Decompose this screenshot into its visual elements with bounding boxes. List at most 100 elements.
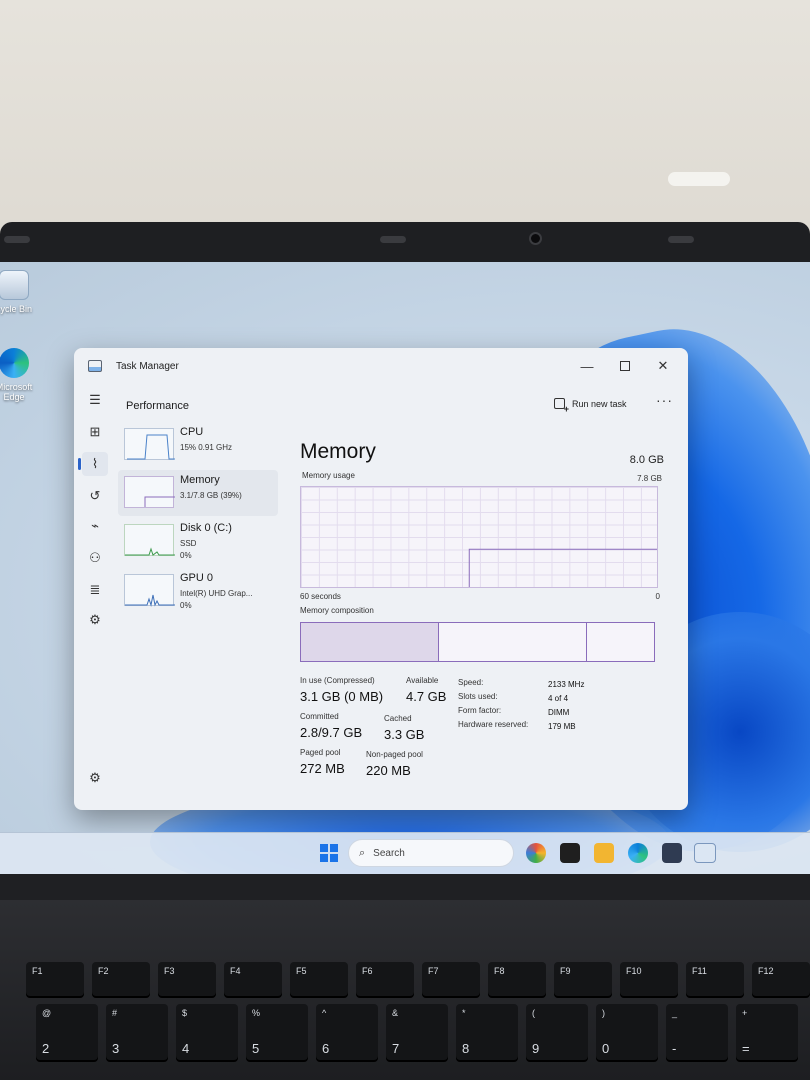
key-shift-label: + [742, 1008, 748, 1018]
start-button[interactable] [320, 844, 338, 862]
disk-type: SSD [180, 539, 197, 548]
key-main-label: 6 [322, 1041, 330, 1056]
memory-name: Memory [180, 474, 220, 486]
committed-label: Committed [300, 712, 339, 721]
terminal-taskbar-icon[interactable] [560, 843, 580, 863]
composition-free[interactable] [587, 623, 654, 661]
edge-shortcut[interactable]: Microsoft Edge [0, 348, 44, 402]
key-4: $4 [176, 1004, 238, 1062]
memory-usage-series [468, 548, 657, 587]
keyboard-deck: F1 F2 F3 F4 F5 F6 F7 F8 F9 F10 F11 F12 @2 #3 $4% 5 ^ 6 & 7 *… [0, 900, 810, 1080]
speed-value: 2133 MHz [548, 680, 585, 689]
key-3: #3 [106, 1004, 168, 1062]
hardware-reserved-value: 179 MB [548, 722, 576, 731]
resource-item-disk[interactable]: Disk 0 (C:) SSD 0% [118, 518, 278, 564]
key-f6: F6 [356, 962, 414, 998]
nav-details[interactable]: ≣ [82, 578, 108, 602]
key-f5: F5 [290, 962, 348, 998]
window-title: Task Manager [116, 360, 179, 372]
key-main-label: 0 [602, 1041, 610, 1056]
slots-value: 4 of 4 [548, 694, 569, 703]
in-use-label: In use (Compressed) [300, 676, 375, 685]
window-controls: — ✕ [568, 348, 682, 384]
nav-performance[interactable]: ⌇ [78, 452, 108, 476]
task-manager-icon [88, 360, 102, 372]
key-label: F4 [230, 966, 241, 976]
memory-usage-max: 7.8 GB [637, 474, 662, 483]
composition-in-use[interactable] [301, 623, 439, 661]
startup-icon: ⌁ [91, 518, 99, 533]
close-button[interactable]: ✕ [644, 348, 682, 384]
key-label: F2 [98, 966, 109, 976]
nav-users[interactable]: ⚇ [82, 546, 108, 570]
more-options-button[interactable]: ··· [656, 392, 673, 408]
composition-standby[interactable] [439, 623, 587, 661]
key--: _ - [666, 1004, 728, 1062]
in-use-value: 3.1 GB (0 MB) [300, 689, 384, 704]
maximize-button[interactable] [606, 348, 644, 384]
disk-name: Disk 0 (C:) [180, 522, 232, 534]
key-main-label: 8 [462, 1041, 470, 1056]
edge-taskbar-icon[interactable] [628, 843, 648, 863]
key-f4: F4 [224, 962, 282, 998]
copilot-taskbar-icon[interactable] [526, 843, 546, 863]
speed-label: Speed: [458, 678, 484, 687]
key-shift-label: & [392, 1008, 399, 1018]
store-taskbar-icon[interactable] [662, 843, 682, 863]
taskbar-search-box[interactable]: ⌕ Search [348, 839, 514, 867]
desktop-screen: cycle Bin Microsoft Edge Task Manager — … [0, 262, 810, 874]
title-bar[interactable]: Task Manager — ✕ [74, 348, 688, 384]
hardware-reserved-label: Hardware reserved: [458, 720, 529, 729]
graph-zero-label: 0 [655, 592, 660, 601]
nav-startup-apps[interactable]: ⌁ [82, 514, 108, 538]
windows-logo-q4 [330, 854, 338, 862]
memory-composition-bar [300, 622, 655, 662]
gpu-model: Intel(R) UHD Grap... [180, 589, 253, 598]
nav-services[interactable]: ⚙ [82, 608, 108, 632]
bezel-bumper-left [4, 236, 30, 243]
search-icon: ⌕ [359, 846, 366, 859]
key-f2: F2 [92, 962, 150, 998]
processes-icon: ⊞ [89, 424, 101, 439]
available-label: Available [406, 676, 439, 685]
form-factor-label: Form factor: [458, 706, 502, 715]
details-icon: ≣ [89, 582, 101, 597]
key-label: F12 [758, 966, 774, 976]
hamburger-menu-button[interactable]: ☰ [82, 388, 108, 412]
wall-fixture [668, 172, 730, 186]
available-value: 4.7 GB [406, 689, 447, 704]
webcam [529, 232, 542, 245]
minimize-icon: — [580, 358, 594, 374]
minimize-button[interactable]: — [568, 348, 606, 384]
run-new-task-button[interactable]: Run new task [554, 398, 627, 414]
key-label: F3 [164, 966, 175, 976]
recycle-bin-shortcut[interactable]: cycle Bin [0, 270, 44, 314]
file-explorer-taskbar-icon[interactable] [594, 843, 614, 863]
nonpaged-pool-label: Non-paged pool [366, 750, 423, 759]
key-shift-label: _ [672, 1008, 678, 1018]
resource-item-cpu[interactable]: CPU 15% 0.91 GHz [118, 422, 278, 468]
maximize-icon [620, 361, 630, 371]
users-icon: ⚇ [89, 550, 101, 565]
key-f3: F3 [158, 962, 216, 998]
time-span-label: 60 seconds [300, 592, 341, 601]
run-task-icon [554, 398, 569, 414]
key-f10: F10 [620, 962, 678, 998]
key-9: (9 [526, 1004, 588, 1062]
gpu-thumbnail-graph [124, 574, 175, 607]
windows-logo-q1 [320, 844, 328, 852]
key-main-label: 5 [252, 1041, 260, 1056]
settings-gear-icon: ⚙ [89, 770, 101, 785]
bezel-bumper-right [668, 236, 694, 243]
taskbar-search-placeholder: Search [373, 847, 405, 859]
disk-thumbnail-graph [124, 524, 175, 556]
nav-settings[interactable]: ⚙ [82, 766, 108, 790]
key-main-label: 2 [42, 1041, 50, 1056]
nav-app-history[interactable]: ↺ [82, 484, 108, 508]
memory-usage-graph [300, 486, 658, 588]
task-manager-taskbar-icon[interactable] [694, 843, 716, 863]
memory-composition-label: Memory composition [300, 606, 374, 615]
resource-item-memory[interactable]: Memory 3.1/7.8 GB (39%) [118, 470, 278, 516]
resource-item-gpu[interactable]: GPU 0 Intel(R) UHD Grap... 0% [118, 568, 278, 614]
nav-processes[interactable]: ⊞ [82, 420, 108, 444]
